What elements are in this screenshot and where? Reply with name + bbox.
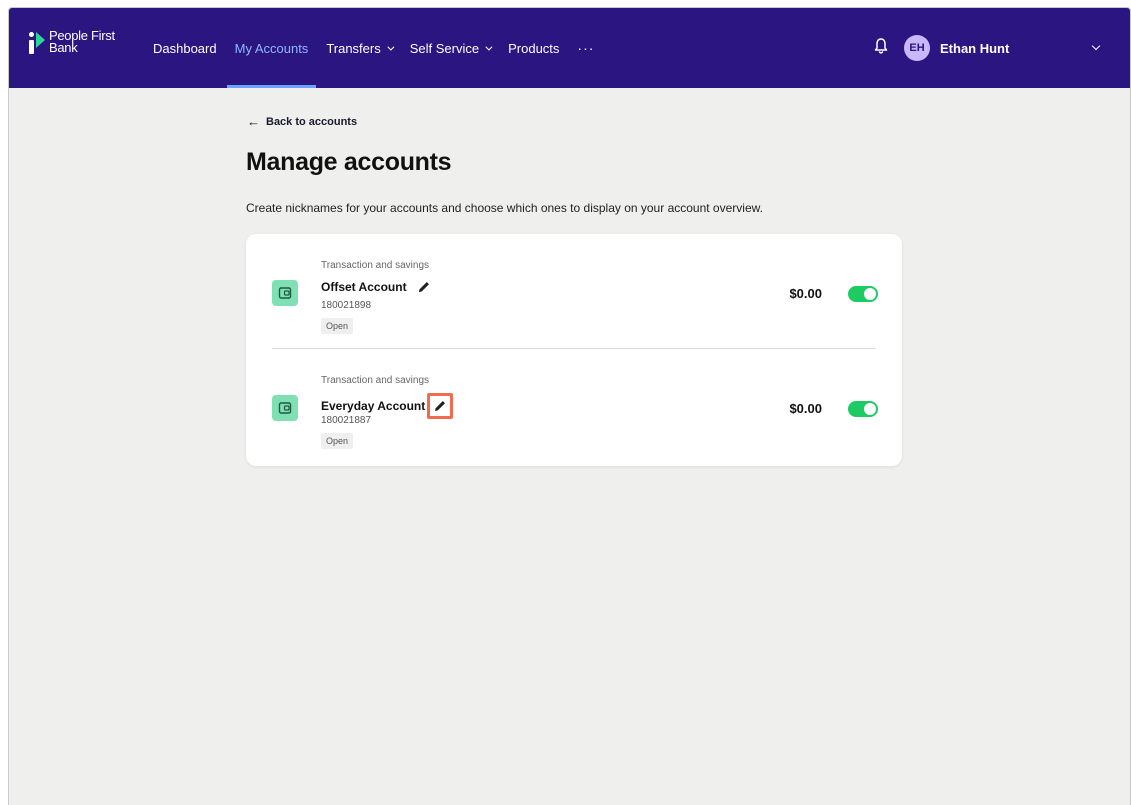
- pencil-icon: [435, 401, 446, 411]
- status-badge: Open: [321, 318, 354, 334]
- chevron-down-icon[interactable]: [1091, 41, 1101, 51]
- nav-my-accounts[interactable]: My Accounts: [226, 8, 316, 88]
- top-navigation-bar: People First Bank Dashboard My Accounts …: [9, 8, 1130, 88]
- more-icon: ···: [577, 40, 595, 56]
- wallet-icon: [272, 280, 298, 306]
- account-row: Transaction and savings Everyday Account…: [246, 349, 902, 463]
- account-name: Offset Account: [321, 278, 433, 296]
- nav-self-service-label: Self Service: [409, 40, 480, 56]
- edit-nickname-button[interactable]: [427, 393, 454, 419]
- arrow-left-icon: ←: [247, 114, 260, 129]
- bank-logo[interactable]: People First Bank: [27, 29, 115, 56]
- back-link-label: Back to accounts: [266, 115, 358, 128]
- avatar[interactable]: EH: [904, 35, 930, 61]
- logo-text: People First Bank: [49, 29, 115, 55]
- main-nav: Dashboard My Accounts Transfers Self Ser…: [153, 8, 612, 88]
- pencil-icon: [418, 282, 429, 292]
- toggle-knob: [864, 288, 876, 300]
- account-name-label: Offset Account: [321, 280, 407, 294]
- account-row: Transaction and savings Offset Account 1…: [246, 234, 902, 348]
- logo-mark-icon: [27, 30, 47, 56]
- wallet-icon: [272, 395, 298, 421]
- account-type: Transaction and savings: [321, 260, 430, 271]
- nav-dashboard-label: Dashboard: [153, 40, 217, 56]
- nav-transfers-label: Transfers: [326, 40, 381, 56]
- chevron-down-icon: [387, 43, 395, 51]
- logo-line-2: Bank: [49, 40, 78, 55]
- nav-products-label: Products: [508, 40, 560, 56]
- status-badge: Open: [321, 433, 354, 449]
- account-number: 180021887: [321, 415, 372, 426]
- user-name[interactable]: Ethan Hunt: [940, 41, 1009, 56]
- chevron-down-icon: [485, 43, 493, 51]
- edit-nickname-button[interactable]: [415, 278, 433, 296]
- display-toggle[interactable]: [848, 401, 878, 417]
- account-number: 180021898: [321, 300, 372, 311]
- page-title: Manage accounts: [246, 148, 452, 176]
- account-type: Transaction and savings: [321, 375, 430, 386]
- account-balance: $0.00: [789, 286, 822, 301]
- nav-my-accounts-label: My Accounts: [234, 40, 309, 56]
- back-to-accounts-link[interactable]: ← Back to accounts: [247, 114, 357, 129]
- bell-icon[interactable]: [873, 37, 889, 55]
- display-toggle[interactable]: [848, 286, 878, 302]
- nav-transfers[interactable]: Transfers: [326, 8, 395, 88]
- browser-frame: People First Bank Dashboard My Accounts …: [8, 7, 1131, 805]
- nav-more-button[interactable]: ···: [577, 8, 594, 88]
- page-description: Create nicknames for your accounts and c…: [246, 201, 763, 215]
- nav-products[interactable]: Products: [508, 8, 559, 88]
- nav-self-service[interactable]: Self Service: [409, 8, 493, 88]
- accounts-card: Transaction and savings Offset Account 1…: [246, 234, 902, 466]
- account-name-label: Everyday Account: [321, 399, 426, 413]
- account-balance: $0.00: [789, 401, 822, 416]
- nav-dashboard[interactable]: Dashboard: [153, 8, 217, 88]
- toggle-knob: [864, 403, 876, 415]
